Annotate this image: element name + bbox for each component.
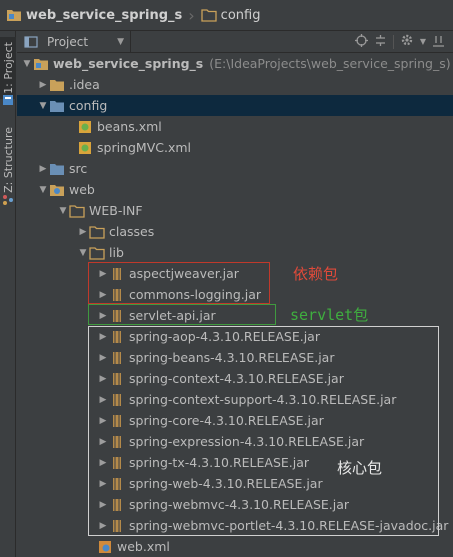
project-tool-window-header: Project ▼ ▼ <box>17 30 453 53</box>
tool-window-strip: 1: Project Z: Structure <box>0 31 16 557</box>
breadcrumb-project-label: web_service_spring_s <box>26 7 183 23</box>
side-tab-structure[interactable]: Z: Structure <box>0 121 16 199</box>
expand-arrow-icon[interactable]: ▼ <box>77 248 89 258</box>
web-folder-icon <box>49 183 65 197</box>
expand-arrow-icon[interactable]: ▼ <box>37 101 49 111</box>
tree-node-web-inf[interactable]: ▼ WEB-INF <box>17 200 453 221</box>
tree-node-config[interactable]: ▼ config <box>17 95 453 116</box>
hide-icon[interactable] <box>432 34 445 50</box>
gear-icon[interactable] <box>400 33 414 50</box>
view-selector[interactable]: Project ▼ <box>17 30 131 53</box>
breadcrumb-project[interactable]: web_service_spring_s <box>4 3 186 27</box>
core-annotation-label: 核心包 <box>337 459 383 477</box>
side-tab-structure-label: Z: Structure <box>1 127 15 193</box>
scroll-from-source-icon[interactable] <box>354 33 368 50</box>
spring-xml-icon <box>77 120 93 134</box>
view-selector-label: Project <box>47 34 89 49</box>
breadcrumb-config-label: config <box>220 7 261 23</box>
web-xml-label: web.xml <box>117 539 170 554</box>
tree-node-web[interactable]: ▼ web <box>17 179 453 200</box>
folder-icon <box>89 225 105 239</box>
config-label: config <box>69 98 108 113</box>
tree-node-lib[interactable]: ▼ lib <box>17 242 453 263</box>
collapse-all-icon[interactable] <box>374 34 387 50</box>
web-xml-icon <box>97 540 113 554</box>
navigation-bar: web_service_spring_s › config <box>0 0 453 31</box>
dropdown-arrow-icon: ▼ <box>117 36 124 47</box>
core-annotation-box <box>88 326 439 536</box>
folder-icon <box>201 8 217 22</box>
expand-arrow-icon[interactable]: ▼ <box>37 185 49 195</box>
folder-icon <box>89 246 105 260</box>
beans-xml-label: beans.xml <box>97 119 162 134</box>
collapsed-arrow-icon[interactable]: ▶ <box>37 164 49 174</box>
tree-node-src[interactable]: ▶ src <box>17 158 453 179</box>
dependency-annotation-label: 依赖包 <box>293 265 339 283</box>
project-tree[interactable]: ▼ web_service_spring_s (E:\IdeaProjects\… <box>17 53 453 557</box>
structure-tab-icon <box>0 193 16 207</box>
tree-node-beans-xml[interactable]: beans.xml <box>17 116 453 137</box>
breadcrumb-config[interactable]: config <box>199 3 265 27</box>
module-folder-icon <box>6 8 22 22</box>
source-folder-icon <box>49 162 65 176</box>
web-label: web <box>69 182 95 197</box>
tree-node-springmvc-xml[interactable]: springMVC.xml <box>17 137 453 158</box>
tree-node-classes[interactable]: ▶ classes <box>17 221 453 242</box>
folder-icon <box>49 78 65 92</box>
config-folder-icon <box>49 99 65 113</box>
servlet-annotation-box <box>88 304 276 325</box>
expand-arrow-icon[interactable]: ▼ <box>21 59 33 69</box>
lib-label: lib <box>109 245 124 260</box>
project-tab-icon <box>0 93 16 107</box>
classes-label: classes <box>109 224 155 239</box>
expand-arrow-icon[interactable]: ▼ <box>57 206 69 216</box>
springmvc-xml-label: springMVC.xml <box>97 140 192 155</box>
tree-node-root[interactable]: ▼ web_service_spring_s (E:\IdeaProjects\… <box>17 53 453 74</box>
tree-node-idea[interactable]: ▶ .idea <box>17 74 453 95</box>
module-folder-icon <box>33 57 49 71</box>
spring-xml-icon <box>77 141 93 155</box>
web-inf-label: WEB-INF <box>89 203 143 218</box>
tree-node-web-xml[interactable]: web.xml <box>17 536 453 557</box>
tool-window-actions: ▼ <box>354 33 453 50</box>
servlet-annotation-label: servlet包 <box>290 306 369 324</box>
project-view-icon <box>23 35 39 49</box>
collapsed-arrow-icon[interactable]: ▶ <box>37 80 49 90</box>
collapsed-arrow-icon[interactable]: ▶ <box>77 227 89 237</box>
folder-icon <box>69 204 85 218</box>
idea-label: .idea <box>69 77 100 92</box>
side-tab-project[interactable]: 1: Project <box>0 37 16 99</box>
root-path: (E:\IdeaProjects\web_service_spring_s) <box>209 56 451 71</box>
side-tab-project-label: 1: Project <box>1 42 15 94</box>
src-label: src <box>69 161 88 176</box>
root-label: web_service_spring_s <box>53 56 204 71</box>
dropdown-arrow-icon[interactable]: ▼ <box>420 37 426 46</box>
dependency-annotation-box <box>88 262 270 304</box>
toolbar-separator <box>392 34 394 49</box>
chevron-right-icon: › <box>188 5 195 25</box>
